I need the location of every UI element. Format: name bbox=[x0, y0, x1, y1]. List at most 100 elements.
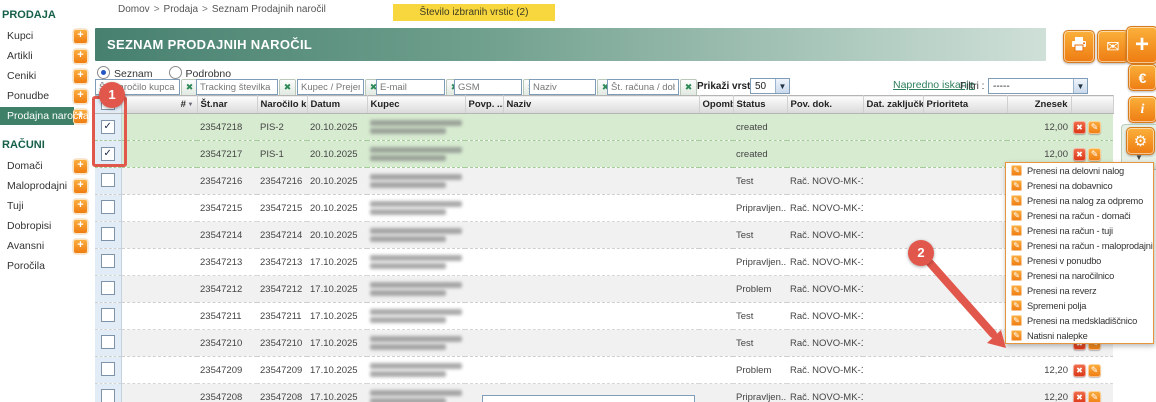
column-header-8[interactable]: Status bbox=[733, 96, 787, 114]
edit-row-icon[interactable]: ✎ bbox=[1088, 364, 1101, 377]
column-header-12[interactable]: Znesek bbox=[1007, 96, 1071, 114]
plus-icon[interactable]: + bbox=[73, 29, 88, 44]
menu-item-natisni-nalepke[interactable]: ✎Natisni nalepke bbox=[1006, 328, 1153, 343]
row-checkbox[interactable] bbox=[101, 389, 115, 402]
filters-select[interactable]: ----- ▼ bbox=[988, 78, 1088, 94]
sidebar-item-tuji[interactable]: Tuji+ bbox=[0, 196, 92, 216]
filter-input-5[interactable] bbox=[529, 79, 596, 95]
info-button[interactable]: i bbox=[1128, 96, 1156, 123]
inline-edit-input[interactable] bbox=[482, 395, 695, 402]
plus-icon[interactable]: + bbox=[73, 199, 88, 214]
menu-item-prenesi-v-ponudbo[interactable]: ✎Prenesi v ponudbo bbox=[1006, 253, 1153, 268]
actions-caret-icon[interactable]: ▼ bbox=[1135, 153, 1143, 162]
plus-icon[interactable]: + bbox=[73, 179, 88, 194]
filter-input-2[interactable] bbox=[297, 79, 364, 95]
plus-icon[interactable]: + bbox=[73, 49, 88, 64]
linked-doc-cell: Rač. NOVO-MK-16... bbox=[787, 330, 863, 357]
plus-icon[interactable]: + bbox=[73, 239, 88, 254]
menu-item-prenesi-na-račun-domači[interactable]: ✎Prenesi na račun - domači bbox=[1006, 208, 1153, 223]
table-row[interactable]: 235472092354720917.10.2025ProblemRač. NO… bbox=[95, 357, 1113, 384]
row-checkbox[interactable]: ✓ bbox=[101, 147, 115, 161]
edit-row-icon[interactable]: ✎ bbox=[1088, 121, 1101, 134]
view-option-seznam[interactable]: Seznam bbox=[97, 66, 153, 80]
column-header-1[interactable]: Št.nar bbox=[197, 96, 257, 114]
column-header-6[interactable]: Naziv bbox=[503, 96, 699, 114]
row-checkbox[interactable] bbox=[101, 308, 115, 322]
table-row[interactable]: 235472162354721620.10.2025TestRač. NOVO-… bbox=[95, 168, 1113, 195]
finance-button[interactable]: € bbox=[1128, 64, 1156, 91]
plus-icon[interactable]: + bbox=[73, 89, 88, 104]
breadcrumb-item[interactable]: Domov bbox=[118, 4, 150, 15]
menu-item-prenesi-na-delovni-nalog[interactable]: ✎Prenesi na delovni nalog bbox=[1006, 163, 1153, 178]
edit-row-icon[interactable]: ✎ bbox=[1088, 148, 1101, 161]
row-checkbox[interactable] bbox=[101, 200, 115, 214]
menu-item-prenesi-na-medskladiščnico[interactable]: ✎Prenesi na medskladiščnico bbox=[1006, 313, 1153, 328]
menu-item-prenesi-na-naročilnico[interactable]: ✎Prenesi na naročilnico bbox=[1006, 268, 1153, 283]
menu-item-prenesi-na-reverz[interactable]: ✎Prenesi na reverz bbox=[1006, 283, 1153, 298]
sidebar-item-kupci[interactable]: Kupci+ bbox=[0, 26, 92, 46]
delete-row-icon[interactable]: ✖ bbox=[1073, 121, 1086, 134]
print-button[interactable] bbox=[1063, 30, 1095, 63]
avg-cell bbox=[465, 168, 503, 195]
sidebar-item-ceniki[interactable]: Ceniki+ bbox=[0, 66, 92, 86]
row-checkbox[interactable] bbox=[101, 254, 115, 268]
sidebar-item-maloprodajni[interactable]: Maloprodajni+ bbox=[0, 176, 92, 196]
email-button[interactable]: ✉ bbox=[1097, 30, 1129, 63]
radio-icon[interactable] bbox=[169, 66, 182, 79]
filter-input-4[interactable] bbox=[454, 79, 522, 95]
menu-item-prenesi-na-dobavnico[interactable]: ✎Prenesi na dobavnico bbox=[1006, 178, 1153, 193]
table-row[interactable]: 235472142354721420.10.2025TestRač. NOVO-… bbox=[95, 222, 1113, 249]
filter-input-3[interactable] bbox=[376, 79, 445, 95]
filter-input-6[interactable] bbox=[607, 79, 679, 95]
sidebar-item-ponudbe[interactable]: Ponudbe+ bbox=[0, 86, 92, 106]
row-checkbox[interactable] bbox=[101, 173, 115, 187]
row-checkbox[interactable]: ✓ bbox=[101, 120, 115, 134]
column-header-11[interactable]: Prioriteta bbox=[923, 96, 1007, 114]
row-checkbox[interactable] bbox=[101, 281, 115, 295]
plus-icon[interactable]: + bbox=[73, 69, 88, 84]
sidebar-item-doma-i[interactable]: Domači+ bbox=[0, 156, 92, 176]
delete-row-icon[interactable]: ✖ bbox=[1073, 364, 1086, 377]
column-header-9[interactable]: Pov. dok. bbox=[787, 96, 863, 114]
settings-button[interactable]: ⚙ bbox=[1126, 127, 1155, 155]
column-header-3[interactable]: Datum bbox=[307, 96, 367, 114]
row-checkbox[interactable] bbox=[101, 227, 115, 241]
menu-item-prenesi-na-nalog-za-odpremo[interactable]: ✎Prenesi na nalog za odpremo bbox=[1006, 193, 1153, 208]
sidebar-item-prodajna-naro-ila[interactable]: Prodajna naročila+ bbox=[0, 106, 92, 126]
menu-item-prenesi-na-račun-tuji[interactable]: ✎Prenesi na račun - tuji bbox=[1006, 223, 1153, 238]
sidebar-item-avansni[interactable]: Avansni+ bbox=[0, 236, 92, 256]
table-row[interactable]: ✓23547217PIS-120.10.2025created12,00✖✎ bbox=[95, 141, 1113, 168]
status-cell: Pripravljen... bbox=[733, 195, 787, 222]
table-row[interactable]: 235472112354721117.10.2025TestRač. NOVO-… bbox=[95, 303, 1113, 330]
customer-cell-redacted bbox=[367, 249, 465, 276]
table-row[interactable]: 235472132354721317.10.2025Pripravljen...… bbox=[95, 249, 1113, 276]
table-row[interactable]: 235472152354721520.10.2025Pripravljen...… bbox=[95, 195, 1113, 222]
edit-row-icon[interactable]: ✎ bbox=[1088, 391, 1101, 402]
plus-icon[interactable]: + bbox=[73, 219, 88, 234]
table-row[interactable]: 235472102354721017.10.2025TestRač. NOVO-… bbox=[95, 330, 1113, 357]
column-header-4[interactable]: Kupec bbox=[367, 96, 465, 114]
sidebar-item-dobropisi[interactable]: Dobropisi+ bbox=[0, 216, 92, 236]
filter-input-1[interactable] bbox=[196, 79, 278, 95]
column-header-5[interactable]: Povp. ... bbox=[465, 96, 503, 114]
table-row[interactable]: 235472122354721217.10.2025ProblemRač. NO… bbox=[95, 276, 1113, 303]
column-header-2[interactable]: Naročilo k... bbox=[257, 96, 307, 114]
add-order-button[interactable]: + bbox=[1126, 26, 1156, 64]
column-header-0[interactable]: # ▼ bbox=[121, 96, 197, 114]
delete-row-icon[interactable]: ✖ bbox=[1073, 148, 1086, 161]
sidebar-item-poro-ila[interactable]: Poročila bbox=[0, 256, 92, 276]
table-row[interactable]: ✓23547218PIS-220.10.2025created12,00✖✎ bbox=[95, 114, 1113, 141]
delete-row-icon[interactable]: ✖ bbox=[1073, 391, 1086, 402]
menu-item-spremeni-polja[interactable]: ✎Spremeni polja bbox=[1006, 298, 1153, 313]
plus-icon[interactable]: + bbox=[73, 159, 88, 174]
show-rows-select[interactable]: 50 ▼ bbox=[750, 78, 790, 94]
sidebar-item-artikli[interactable]: Artikli+ bbox=[0, 46, 92, 66]
menu-item-prenesi-na-račun-maloprodajni[interactable]: ✎Prenesi na račun - maloprodajni bbox=[1006, 238, 1153, 253]
radio-icon[interactable] bbox=[97, 66, 110, 79]
column-header-10[interactable]: Dat. zaključka bbox=[863, 96, 923, 114]
column-header-7[interactable]: Opomba bbox=[699, 96, 733, 114]
row-checkbox[interactable] bbox=[101, 335, 115, 349]
view-option-podrobno[interactable]: Podrobno bbox=[169, 66, 232, 80]
breadcrumb-item[interactable]: Prodaja bbox=[164, 4, 198, 15]
row-checkbox[interactable] bbox=[101, 362, 115, 376]
